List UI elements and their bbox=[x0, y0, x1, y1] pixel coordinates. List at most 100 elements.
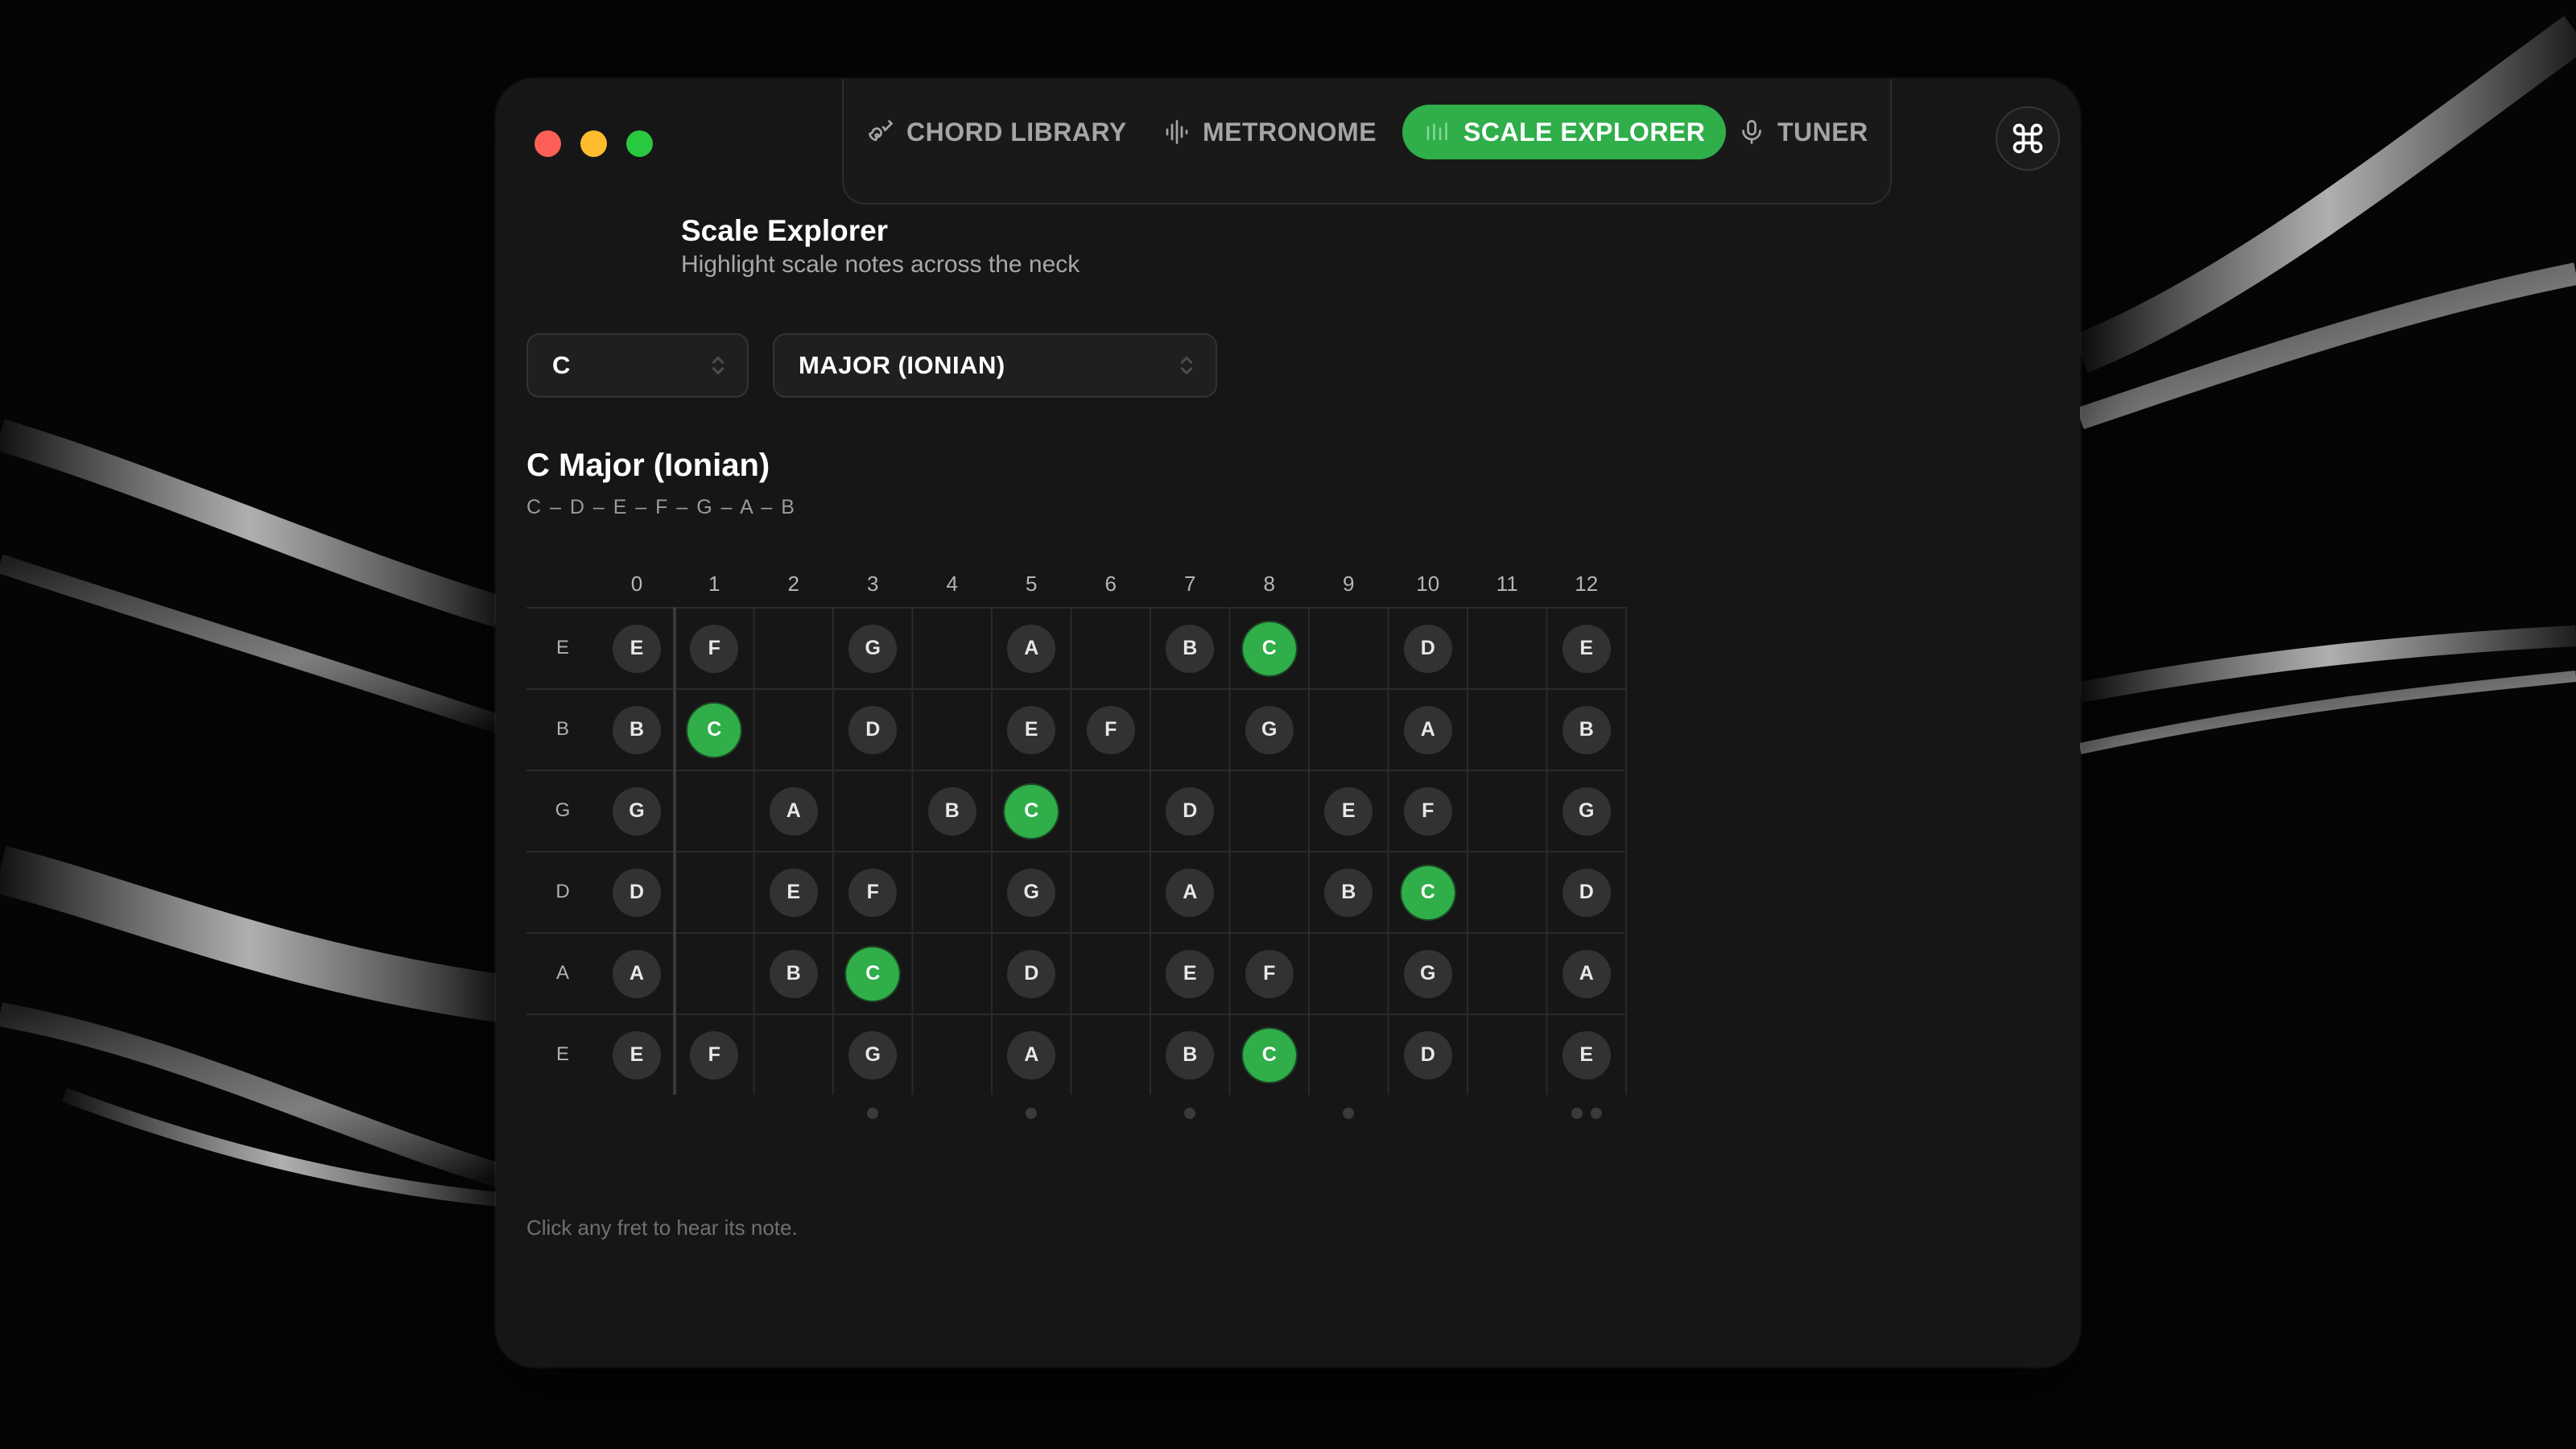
scale-note-dot[interactable]: G bbox=[613, 786, 661, 836]
inlay-marker bbox=[1590, 1108, 1602, 1119]
scale-note-dot[interactable]: A bbox=[769, 786, 818, 836]
fret-number-row: 0 1 2 3 4 5 6 7 8 9 10 11 12 bbox=[496, 572, 1623, 604]
fret-number: 0 bbox=[630, 572, 643, 596]
inlay-marker bbox=[867, 1108, 879, 1119]
command-palette-button[interactable] bbox=[1996, 106, 2060, 171]
string-label: G bbox=[555, 799, 571, 821]
scale-note-dot[interactable]: G bbox=[1562, 786, 1611, 836]
minimize-window-button[interactable] bbox=[580, 130, 607, 157]
scale-note-dot[interactable]: E bbox=[1324, 786, 1373, 836]
scale-note-dot[interactable]: E bbox=[1562, 624, 1611, 673]
chevron-up-down-icon bbox=[712, 356, 724, 375]
fret-number: 10 bbox=[1416, 572, 1440, 596]
fret-number: 7 bbox=[1184, 572, 1196, 596]
scale-note-dot[interactable]: B bbox=[927, 786, 976, 836]
key-select-value: C bbox=[552, 351, 571, 379]
scale-note-dot[interactable]: D bbox=[1562, 868, 1611, 917]
root-note-dot[interactable]: C bbox=[1401, 865, 1455, 919]
string-label: B bbox=[555, 718, 569, 740]
root-note-dot[interactable]: C bbox=[1242, 621, 1296, 675]
root-note-dot[interactable]: C bbox=[687, 703, 741, 757]
scale-notes: C – D – E – F – G – A – B bbox=[526, 496, 796, 518]
tab-chord-library-label: CHORD LIBRARY bbox=[906, 117, 1127, 147]
fret-number: 11 bbox=[1496, 572, 1518, 596]
window-controls bbox=[535, 130, 653, 157]
guitar-icon bbox=[869, 120, 894, 142]
scale-note-dot[interactable]: E bbox=[1007, 705, 1056, 754]
scale-note-dot[interactable]: A bbox=[1166, 868, 1215, 917]
hint-text: Click any fret to hear its note. bbox=[526, 1216, 798, 1240]
scale-note-dot[interactable]: B bbox=[613, 705, 661, 754]
root-note-dot[interactable]: C bbox=[846, 947, 900, 1001]
fret-number: 6 bbox=[1104, 572, 1117, 596]
scale-note-dot[interactable]: A bbox=[1007, 624, 1056, 673]
fretboard: EEFGABCDEBBCDEFGABGGABCDEFGDDEFGABCDAABC… bbox=[526, 607, 1629, 1119]
tab-tuner[interactable]: TUNER bbox=[1737, 105, 1868, 159]
scale-note-dot[interactable]: F bbox=[690, 1030, 739, 1080]
scale-note-dot[interactable]: A bbox=[1562, 949, 1611, 998]
scale-note-dot[interactable]: D bbox=[1007, 949, 1056, 998]
string-label: E bbox=[555, 637, 569, 658]
scale-note-dot[interactable]: D bbox=[1403, 1030, 1452, 1080]
scale-note-dot[interactable]: F bbox=[690, 624, 739, 673]
scale-note-dot[interactable]: D bbox=[613, 868, 661, 917]
scale-note-dot[interactable]: D bbox=[1166, 786, 1215, 836]
page-subtitle: Highlight scale notes across the neck bbox=[681, 251, 1080, 278]
scale-note-dot[interactable]: F bbox=[1086, 705, 1135, 754]
fret-number: 1 bbox=[708, 572, 720, 596]
zoom-window-button[interactable] bbox=[626, 130, 653, 157]
fret-number: 12 bbox=[1575, 572, 1599, 596]
scale-note-dot[interactable]: F bbox=[848, 868, 898, 917]
tab-bar: CHORD LIBRARY METRONOME SCALE EXPLORER T… bbox=[842, 79, 1892, 204]
scale-note-dot[interactable]: D bbox=[1403, 624, 1452, 673]
key-select[interactable]: C bbox=[526, 333, 749, 398]
scale-name: C Major (Ionian) bbox=[526, 448, 770, 483]
scale-note-dot[interactable]: F bbox=[1245, 949, 1294, 998]
fret-number: 2 bbox=[787, 572, 799, 596]
scale-note-dot[interactable]: E bbox=[769, 868, 818, 917]
fret-number: 4 bbox=[946, 572, 958, 596]
scale-note-dot[interactable]: G bbox=[1403, 949, 1452, 998]
scale-note-dot[interactable]: A bbox=[1007, 1030, 1056, 1080]
scale-note-dot[interactable]: D bbox=[848, 705, 898, 754]
scale-note-dot[interactable]: G bbox=[848, 1030, 898, 1080]
scale-note-dot[interactable]: B bbox=[1166, 624, 1215, 673]
scale-note-dot[interactable]: A bbox=[1403, 705, 1452, 754]
fret-number: 3 bbox=[867, 572, 879, 596]
waveform-icon bbox=[1166, 120, 1188, 144]
scale-note-dot[interactable]: B bbox=[1562, 705, 1611, 754]
tab-chord-library[interactable]: CHORD LIBRARY bbox=[866, 105, 1127, 159]
scale-note-dot[interactable]: E bbox=[1562, 1030, 1611, 1080]
scale-note-dot[interactable]: B bbox=[1324, 868, 1373, 917]
scale-note-dot[interactable]: B bbox=[1166, 1030, 1215, 1080]
inlay-marker bbox=[1184, 1108, 1196, 1119]
fret-number: 9 bbox=[1343, 572, 1355, 596]
scale-note-dot[interactable]: A bbox=[613, 949, 661, 998]
inlay-marker bbox=[1026, 1108, 1038, 1119]
scale-note-dot[interactable]: G bbox=[848, 624, 898, 673]
close-window-button[interactable] bbox=[535, 130, 561, 157]
scale-note-dot[interactable]: B bbox=[769, 949, 818, 998]
scale-note-dot[interactable]: E bbox=[1166, 949, 1215, 998]
tab-metronome[interactable]: METRONOME bbox=[1162, 105, 1377, 159]
string-label: E bbox=[555, 1043, 569, 1065]
mode-select[interactable]: MAJOR (IONIAN) bbox=[773, 333, 1217, 398]
notes-icon bbox=[1426, 122, 1447, 141]
fret-number: 5 bbox=[1026, 572, 1038, 596]
mode-select-value: MAJOR (IONIAN) bbox=[799, 351, 1005, 379]
tab-metronome-label: METRONOME bbox=[1203, 117, 1377, 147]
scale-note-dot[interactable]: E bbox=[613, 1030, 661, 1080]
scale-note-dot[interactable]: G bbox=[1007, 868, 1056, 917]
fret-number: 8 bbox=[1263, 572, 1275, 596]
tab-tuner-label: TUNER bbox=[1777, 117, 1868, 147]
tab-scale-explorer[interactable]: SCALE EXPLORER bbox=[1402, 105, 1727, 159]
scale-note-dot[interactable]: F bbox=[1403, 786, 1452, 836]
root-note-dot[interactable]: C bbox=[1242, 1028, 1296, 1082]
root-note-dot[interactable]: C bbox=[1005, 784, 1059, 838]
scale-note-dot[interactable]: E bbox=[613, 624, 661, 673]
command-key-icon bbox=[2013, 123, 2043, 154]
inlay-marker bbox=[1571, 1108, 1583, 1119]
fretboard-grid bbox=[526, 607, 1627, 1095]
string-label: D bbox=[555, 881, 570, 902]
scale-note-dot[interactable]: G bbox=[1245, 705, 1294, 754]
